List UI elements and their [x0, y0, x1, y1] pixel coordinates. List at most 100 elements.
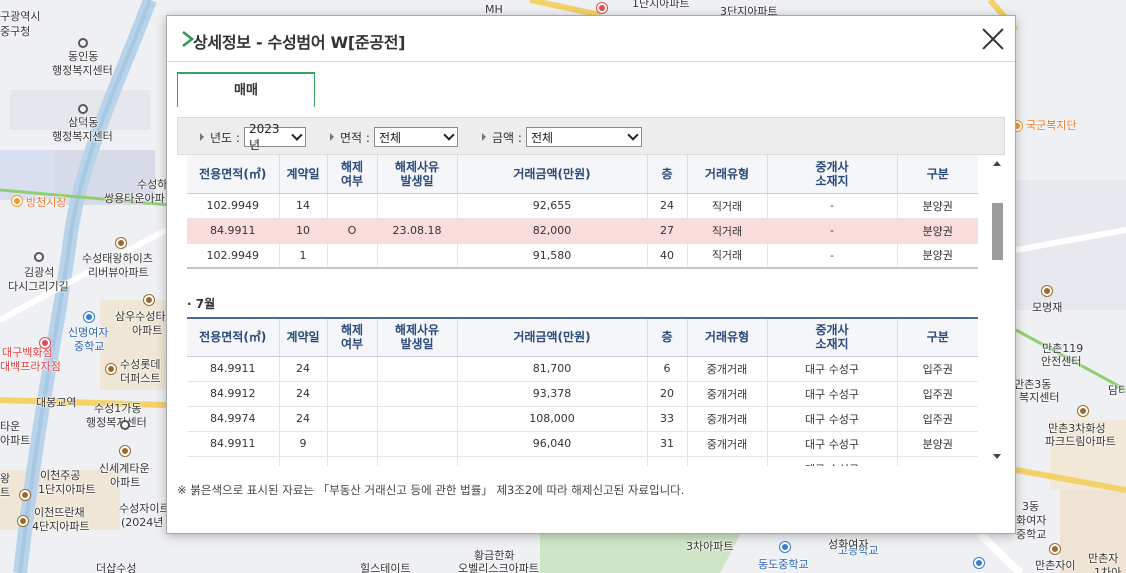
price-cell: 93,378 [456, 381, 647, 407]
school-icon[interactable] [84, 312, 94, 322]
category-cell: 분양권 [896, 193, 978, 219]
table-row: 대구 수성구 [187, 456, 978, 466]
agent-location-cell: - [766, 193, 897, 219]
map-label: 담티 [1108, 384, 1126, 397]
map-label: 만촌자이 [1035, 559, 1076, 572]
school-icon[interactable] [974, 558, 984, 568]
trade-type-cell: 중개거래 [686, 431, 767, 457]
area-cell: 84.9911 [187, 431, 279, 457]
location-pin-icon[interactable] [78, 104, 88, 114]
map-label: 삼덕동 [68, 116, 99, 129]
map-label: 파크드림아파트 [1045, 435, 1116, 448]
month-title: · 7월 [187, 297, 216, 311]
map-label: 성화여자 [828, 538, 869, 551]
map-label: 만촌자 [1088, 552, 1119, 565]
apartment-icon[interactable] [1078, 406, 1088, 416]
area-cell: 84.9912 [187, 381, 279, 407]
map-label: 4단지아파트 [32, 520, 90, 533]
cancel-flag-cell [326, 406, 377, 432]
price-cell: 108,000 [456, 406, 647, 432]
apartment-icon[interactable] [1050, 544, 1060, 554]
scroll-up-icon[interactable] [993, 161, 1001, 166]
area-cell [187, 456, 279, 466]
price-select[interactable]: 전체 [525, 127, 642, 147]
map-label: 동도중학교 [758, 558, 809, 571]
trade-type-cell: 직거래 [686, 193, 767, 219]
floor-cell: 40 [646, 243, 687, 269]
footnote: ※ 붉은색으로 표시된 자료는 「부동산 거래신고 등에 관한 법률」 제3조2… [177, 483, 685, 497]
area-select-value: 전체 [378, 130, 402, 145]
year-select[interactable]: 2023년 [243, 122, 306, 152]
table-row: 84.9911 24 81,700 6 중개거래 대구 수성구 입주권 [187, 356, 978, 382]
triangle-right-icon [482, 133, 486, 141]
apartment-icon[interactable] [18, 516, 28, 526]
trade-type-cell: 직거래 [686, 218, 767, 244]
cancel-flag-cell: O [326, 218, 377, 244]
trade-type-cell: 중개거래 [686, 381, 767, 407]
map-label: 화여자 [1016, 514, 1047, 527]
column-header: 거래유형 [686, 318, 767, 357]
chevron-down-icon [627, 129, 639, 141]
market-icon[interactable] [12, 196, 22, 206]
cancel-date-cell [376, 431, 457, 457]
transaction-table: 전용면적(㎡) 계약일 해제 여부 해제사유 발생일 거래금액(만원) 층 거래유형 중개사 소재지… [187, 155, 978, 269]
filter-bar: 년도 : 2023년 면적 : 전체 금액 : 전체 [177, 117, 1005, 155]
cancel-date-cell: 23.08.18 [376, 218, 457, 244]
price-select-value: 전체 [530, 130, 554, 145]
tab-sale[interactable]: 매매 [177, 72, 315, 107]
close-icon[interactable] [981, 27, 1005, 51]
map-label: 만촌3차화성 [1048, 422, 1106, 435]
triangle-right-icon [200, 133, 204, 141]
map-label: 타운 [0, 420, 21, 433]
map-label: 대백프라자점 [0, 360, 61, 373]
department-store-icon[interactable] [40, 338, 50, 348]
category-cell: 분양권 [896, 243, 978, 269]
map-label: 1차아 [1094, 566, 1122, 573]
column-header: 해제사유 발생일 [376, 318, 457, 357]
landmark-icon[interactable] [1042, 286, 1052, 296]
hospital-icon[interactable] [597, 3, 607, 13]
trade-type-cell [686, 456, 767, 466]
column-header: 거래금액(만원) [456, 155, 647, 194]
price-cell: 81,700 [456, 356, 647, 382]
apartment-icon[interactable] [144, 295, 154, 305]
location-pin-icon[interactable] [34, 252, 44, 262]
apartment-icon[interactable] [116, 238, 126, 248]
scrollbar-thumb[interactable] [992, 203, 1003, 260]
table-row: 84.9911 9 96,040 31 중개거래 대구 수성구 분양권 [187, 431, 978, 457]
price-cell: 96,040 [456, 431, 647, 457]
cancel-flag-cell [326, 456, 377, 466]
year-filter: 년도 : 2023년 [200, 122, 306, 152]
map-label: 신세계타운 [99, 462, 150, 475]
apartment-icon[interactable] [106, 364, 116, 374]
scroll-down-icon[interactable] [993, 454, 1001, 459]
cancel-flag-cell [326, 431, 377, 457]
apartment-icon[interactable] [20, 490, 30, 500]
column-header: 전용면적(㎡) [187, 155, 279, 194]
scrollbar[interactable] [989, 155, 1005, 466]
trade-type-cell: 중개거래 [686, 406, 767, 432]
map-label: 수성자이르 [119, 502, 170, 515]
tab-bar: 매매 [177, 72, 1005, 107]
area-cell: 84.9974 [187, 406, 279, 432]
location-pin-icon[interactable] [120, 420, 130, 430]
map-label: 쌍용타운아파 [104, 192, 165, 205]
transaction-list-scroll[interactable]: 전용면적(㎡) 계약일 해제 여부 해제사유 발생일 거래금액(만원) 층 거래유형 중개사 소재지… [177, 155, 1005, 466]
school-icon[interactable] [780, 542, 790, 552]
category-cell: 분양권 [896, 218, 978, 244]
area-cell: 84.9911 [187, 218, 279, 244]
map-label: 더퍼스트 [120, 372, 161, 385]
agent-location-cell: 대구 수성구 [766, 356, 897, 382]
price-filter: 금액 : 전체 [482, 127, 642, 147]
location-pin-icon[interactable] [78, 38, 88, 48]
area-select[interactable]: 전체 [373, 127, 458, 147]
modal-header: 상세정보 - 수성범어 W[준공전] [167, 16, 1015, 62]
apartment-icon[interactable] [120, 446, 130, 456]
floor-cell [646, 456, 687, 466]
map-label: 방천시장 [26, 196, 67, 209]
map-label: 황금한화 [474, 549, 515, 562]
column-header: 거래유형 [686, 155, 767, 194]
column-header: 중개사 소재지 [766, 155, 897, 194]
map-label: 중학교 [1016, 528, 1047, 541]
area-cell: 102.9949 [187, 243, 279, 269]
